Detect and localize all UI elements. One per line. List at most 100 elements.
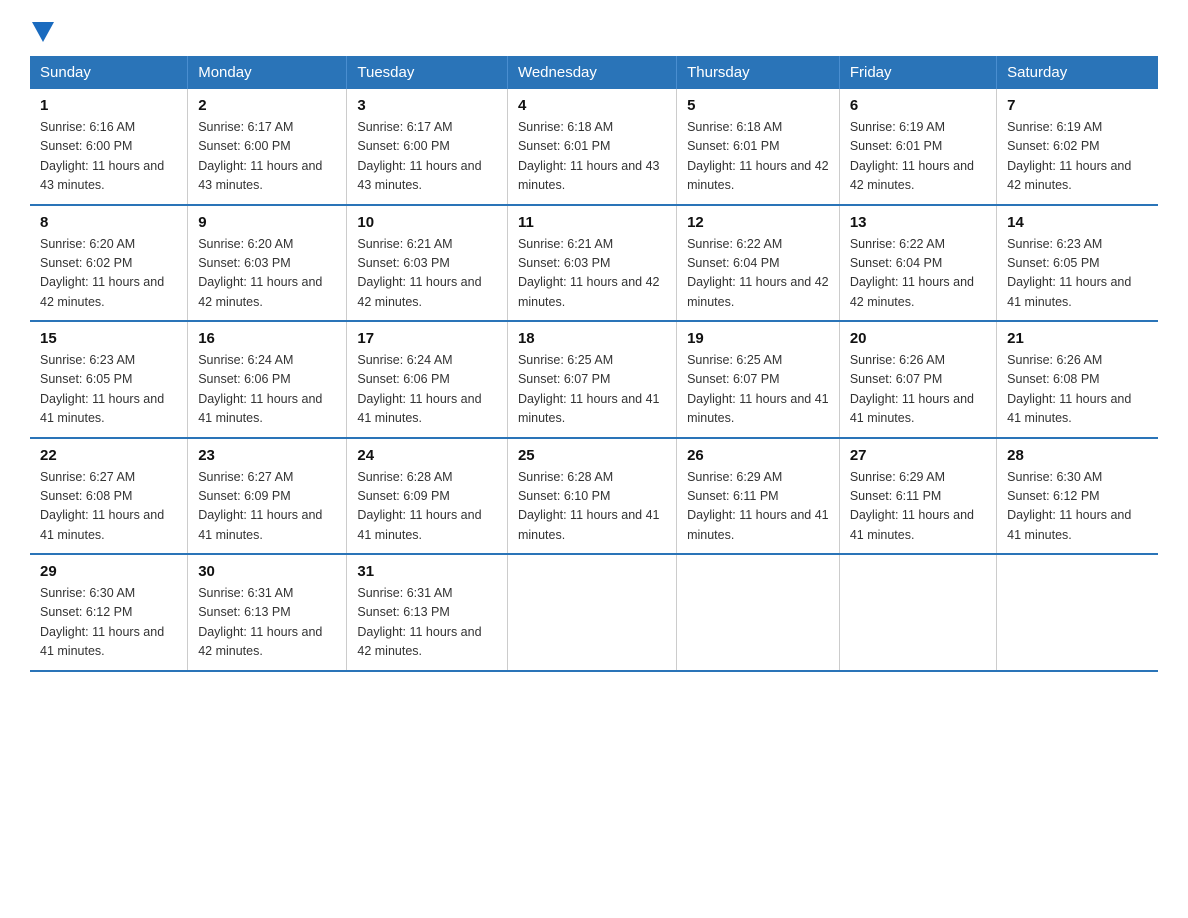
day-info: Sunrise: 6:31 AMSunset: 6:13 PMDaylight:… <box>198 584 336 662</box>
day-number: 10 <box>357 214 497 231</box>
calendar-cell: 11 Sunrise: 6:21 AMSunset: 6:03 PMDaylig… <box>507 205 676 322</box>
calendar-cell: 20 Sunrise: 6:26 AMSunset: 6:07 PMDaylig… <box>839 321 996 438</box>
day-number: 16 <box>198 330 336 347</box>
day-number: 30 <box>198 563 336 580</box>
calendar-cell: 6 Sunrise: 6:19 AMSunset: 6:01 PMDayligh… <box>839 89 996 205</box>
day-number: 24 <box>357 447 497 464</box>
header-day-wednesday: Wednesday <box>507 56 676 89</box>
calendar-cell <box>997 554 1158 671</box>
calendar-cell: 2 Sunrise: 6:17 AMSunset: 6:00 PMDayligh… <box>188 89 347 205</box>
calendar-header: SundayMondayTuesdayWednesdayThursdayFrid… <box>30 56 1158 89</box>
day-info: Sunrise: 6:21 AMSunset: 6:03 PMDaylight:… <box>518 235 666 313</box>
day-info: Sunrise: 6:18 AMSunset: 6:01 PMDaylight:… <box>518 118 666 196</box>
calendar-cell: 26 Sunrise: 6:29 AMSunset: 6:11 PMDaylig… <box>677 438 840 555</box>
calendar-cell: 29 Sunrise: 6:30 AMSunset: 6:12 PMDaylig… <box>30 554 188 671</box>
day-number: 11 <box>518 214 666 231</box>
week-row-4: 22 Sunrise: 6:27 AMSunset: 6:08 PMDaylig… <box>30 438 1158 555</box>
day-info: Sunrise: 6:21 AMSunset: 6:03 PMDaylight:… <box>357 235 497 313</box>
week-row-3: 15 Sunrise: 6:23 AMSunset: 6:05 PMDaylig… <box>30 321 1158 438</box>
header-day-tuesday: Tuesday <box>347 56 508 89</box>
calendar-cell: 13 Sunrise: 6:22 AMSunset: 6:04 PMDaylig… <box>839 205 996 322</box>
day-number: 18 <box>518 330 666 347</box>
day-info: Sunrise: 6:17 AMSunset: 6:00 PMDaylight:… <box>198 118 336 196</box>
calendar-cell <box>839 554 996 671</box>
day-number: 28 <box>1007 447 1148 464</box>
day-info: Sunrise: 6:22 AMSunset: 6:04 PMDaylight:… <box>850 235 986 313</box>
day-info: Sunrise: 6:23 AMSunset: 6:05 PMDaylight:… <box>40 351 177 429</box>
calendar-cell: 7 Sunrise: 6:19 AMSunset: 6:02 PMDayligh… <box>997 89 1158 205</box>
calendar-cell: 12 Sunrise: 6:22 AMSunset: 6:04 PMDaylig… <box>677 205 840 322</box>
day-number: 31 <box>357 563 497 580</box>
header-day-sunday: Sunday <box>30 56 188 89</box>
calendar-cell: 28 Sunrise: 6:30 AMSunset: 6:12 PMDaylig… <box>997 438 1158 555</box>
day-number: 12 <box>687 214 829 231</box>
day-info: Sunrise: 6:20 AMSunset: 6:02 PMDaylight:… <box>40 235 177 313</box>
calendar-cell <box>677 554 840 671</box>
day-info: Sunrise: 6:27 AMSunset: 6:08 PMDaylight:… <box>40 468 177 546</box>
day-info: Sunrise: 6:20 AMSunset: 6:03 PMDaylight:… <box>198 235 336 313</box>
day-info: Sunrise: 6:26 AMSunset: 6:08 PMDaylight:… <box>1007 351 1148 429</box>
calendar-cell: 24 Sunrise: 6:28 AMSunset: 6:09 PMDaylig… <box>347 438 508 555</box>
header-day-thursday: Thursday <box>677 56 840 89</box>
header-day-friday: Friday <box>839 56 996 89</box>
calendar-cell: 23 Sunrise: 6:27 AMSunset: 6:09 PMDaylig… <box>188 438 347 555</box>
day-number: 7 <box>1007 97 1148 114</box>
day-number: 22 <box>40 447 177 464</box>
calendar-cell: 5 Sunrise: 6:18 AMSunset: 6:01 PMDayligh… <box>677 89 840 205</box>
day-info: Sunrise: 6:28 AMSunset: 6:10 PMDaylight:… <box>518 468 666 546</box>
header-row: SundayMondayTuesdayWednesdayThursdayFrid… <box>30 56 1158 89</box>
calendar-cell: 8 Sunrise: 6:20 AMSunset: 6:02 PMDayligh… <box>30 205 188 322</box>
day-number: 15 <box>40 330 177 347</box>
day-info: Sunrise: 6:26 AMSunset: 6:07 PMDaylight:… <box>850 351 986 429</box>
day-number: 14 <box>1007 214 1148 231</box>
day-number: 3 <box>357 97 497 114</box>
calendar-body: 1 Sunrise: 6:16 AMSunset: 6:00 PMDayligh… <box>30 89 1158 671</box>
calendar-table: SundayMondayTuesdayWednesdayThursdayFrid… <box>30 56 1158 672</box>
day-info: Sunrise: 6:22 AMSunset: 6:04 PMDaylight:… <box>687 235 829 313</box>
calendar-cell: 31 Sunrise: 6:31 AMSunset: 6:13 PMDaylig… <box>347 554 508 671</box>
day-number: 26 <box>687 447 829 464</box>
calendar-cell: 10 Sunrise: 6:21 AMSunset: 6:03 PMDaylig… <box>347 205 508 322</box>
day-info: Sunrise: 6:17 AMSunset: 6:00 PMDaylight:… <box>357 118 497 196</box>
calendar-cell: 21 Sunrise: 6:26 AMSunset: 6:08 PMDaylig… <box>997 321 1158 438</box>
day-info: Sunrise: 6:29 AMSunset: 6:11 PMDaylight:… <box>850 468 986 546</box>
day-number: 8 <box>40 214 177 231</box>
day-number: 9 <box>198 214 336 231</box>
calendar-cell: 17 Sunrise: 6:24 AMSunset: 6:06 PMDaylig… <box>347 321 508 438</box>
day-info: Sunrise: 6:24 AMSunset: 6:06 PMDaylight:… <box>198 351 336 429</box>
day-number: 1 <box>40 97 177 114</box>
calendar-cell: 18 Sunrise: 6:25 AMSunset: 6:07 PMDaylig… <box>507 321 676 438</box>
day-info: Sunrise: 6:31 AMSunset: 6:13 PMDaylight:… <box>357 584 497 662</box>
header-day-monday: Monday <box>188 56 347 89</box>
day-info: Sunrise: 6:25 AMSunset: 6:07 PMDaylight:… <box>687 351 829 429</box>
week-row-5: 29 Sunrise: 6:30 AMSunset: 6:12 PMDaylig… <box>30 554 1158 671</box>
day-info: Sunrise: 6:25 AMSunset: 6:07 PMDaylight:… <box>518 351 666 429</box>
week-row-2: 8 Sunrise: 6:20 AMSunset: 6:02 PMDayligh… <box>30 205 1158 322</box>
calendar-cell: 9 Sunrise: 6:20 AMSunset: 6:03 PMDayligh… <box>188 205 347 322</box>
calendar-cell: 27 Sunrise: 6:29 AMSunset: 6:11 PMDaylig… <box>839 438 996 555</box>
calendar-cell: 1 Sunrise: 6:16 AMSunset: 6:00 PMDayligh… <box>30 89 188 205</box>
calendar-cell: 4 Sunrise: 6:18 AMSunset: 6:01 PMDayligh… <box>507 89 676 205</box>
day-number: 20 <box>850 330 986 347</box>
calendar-cell: 22 Sunrise: 6:27 AMSunset: 6:08 PMDaylig… <box>30 438 188 555</box>
logo-triangle-icon <box>32 22 54 42</box>
day-number: 25 <box>518 447 666 464</box>
day-info: Sunrise: 6:28 AMSunset: 6:09 PMDaylight:… <box>357 468 497 546</box>
calendar-cell <box>507 554 676 671</box>
day-info: Sunrise: 6:30 AMSunset: 6:12 PMDaylight:… <box>40 584 177 662</box>
day-number: 27 <box>850 447 986 464</box>
day-info: Sunrise: 6:19 AMSunset: 6:02 PMDaylight:… <box>1007 118 1148 196</box>
day-info: Sunrise: 6:30 AMSunset: 6:12 PMDaylight:… <box>1007 468 1148 546</box>
week-row-1: 1 Sunrise: 6:16 AMSunset: 6:00 PMDayligh… <box>30 89 1158 205</box>
day-info: Sunrise: 6:24 AMSunset: 6:06 PMDaylight:… <box>357 351 497 429</box>
logo <box>30 20 54 38</box>
page-header <box>30 20 1158 38</box>
header-day-saturday: Saturday <box>997 56 1158 89</box>
day-info: Sunrise: 6:19 AMSunset: 6:01 PMDaylight:… <box>850 118 986 196</box>
day-number: 23 <box>198 447 336 464</box>
day-number: 4 <box>518 97 666 114</box>
day-info: Sunrise: 6:18 AMSunset: 6:01 PMDaylight:… <box>687 118 829 196</box>
day-number: 17 <box>357 330 497 347</box>
day-info: Sunrise: 6:27 AMSunset: 6:09 PMDaylight:… <box>198 468 336 546</box>
day-info: Sunrise: 6:16 AMSunset: 6:00 PMDaylight:… <box>40 118 177 196</box>
